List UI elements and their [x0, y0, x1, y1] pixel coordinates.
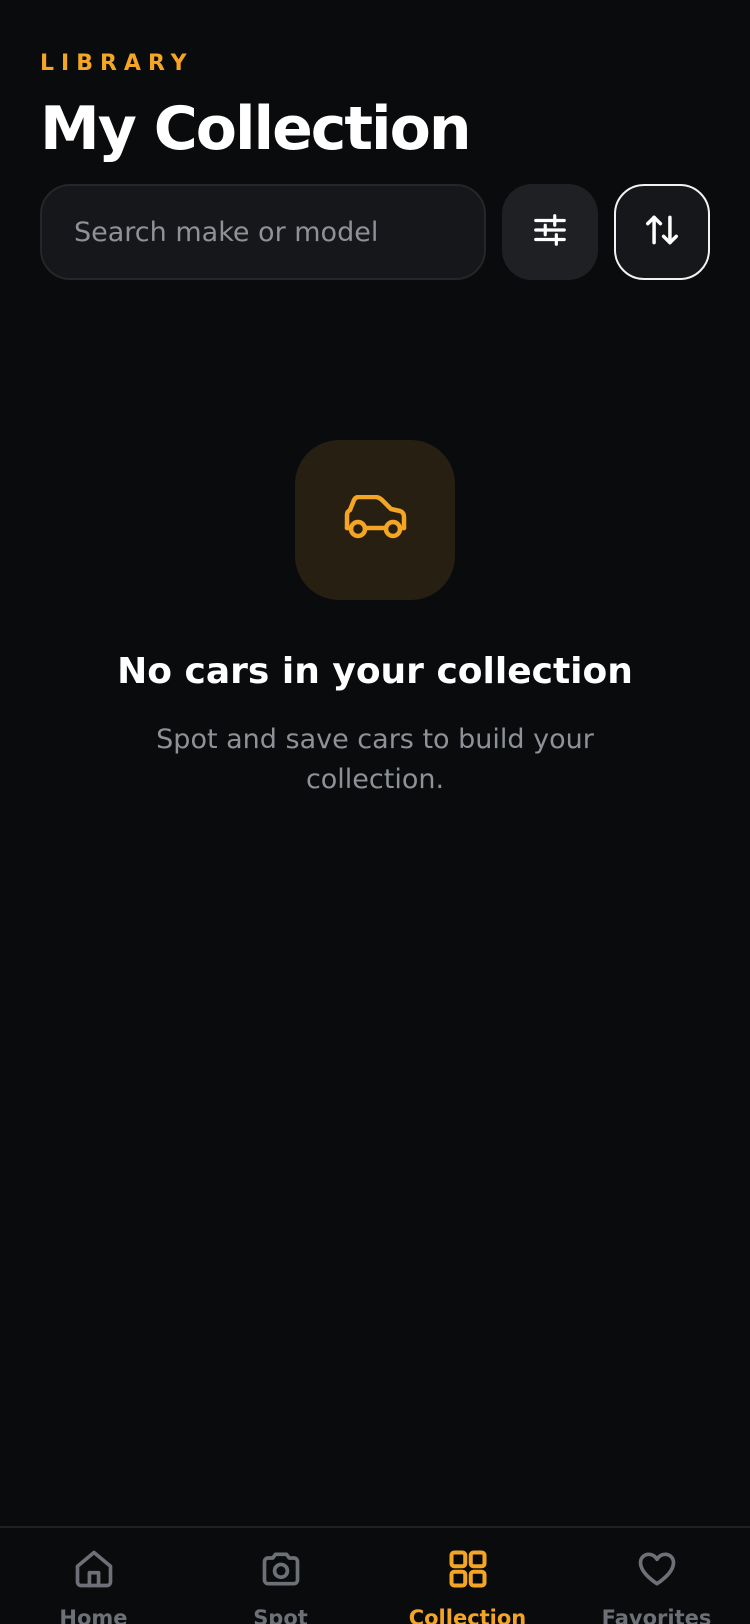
- search-input[interactable]: [74, 216, 452, 248]
- camera-icon: [187, 1546, 374, 1592]
- empty-state-title: No cars in your collection: [117, 651, 633, 692]
- filter-button[interactable]: [502, 184, 598, 280]
- collection-screen: LIBRARY My Collection Search make or mod…: [0, 0, 750, 1624]
- sort-button[interactable]: [614, 184, 710, 280]
- page-title: My Collection: [40, 94, 472, 164]
- heart-icon: [563, 1546, 750, 1592]
- home-icon: [0, 1546, 187, 1592]
- page-header: LIBRARY My Collection: [40, 50, 710, 164]
- section-eyebrow: LIBRARY: [40, 51, 194, 76]
- grid-icon: [374, 1546, 561, 1592]
- sort-arrows-icon: [643, 211, 681, 253]
- tab-label: Collection: [408, 1606, 527, 1624]
- empty-state: No cars in your collection Spot and save…: [0, 440, 750, 800]
- tab-spot[interactable]: Spot: [187, 1546, 374, 1624]
- empty-state-badge: [295, 440, 455, 600]
- tab-label: Spot: [253, 1606, 308, 1624]
- tab-favorites[interactable]: Favorites: [563, 1546, 750, 1624]
- tab-label: Favorites: [601, 1606, 712, 1624]
- bottom-tab-bar: Home Spot Collection Favorites: [0, 1526, 750, 1624]
- empty-state-subtitle: Spot and save cars to build your collect…: [156, 724, 594, 795]
- tab-home[interactable]: Home: [0, 1546, 187, 1624]
- tab-collection[interactable]: Collection: [374, 1546, 561, 1624]
- search-field[interactable]: [40, 184, 486, 280]
- search-toolbar: [40, 184, 710, 280]
- sliders-icon: [531, 211, 569, 253]
- car-icon: [342, 494, 408, 545]
- tab-label: Home: [59, 1606, 128, 1624]
